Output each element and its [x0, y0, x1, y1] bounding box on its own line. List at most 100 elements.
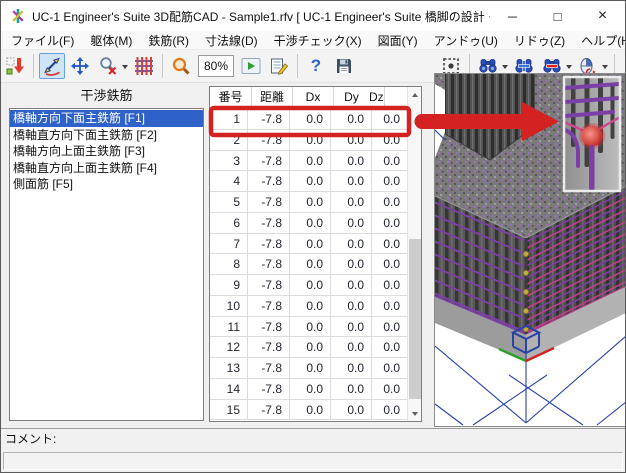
- column-header[interactable]: Dy: [334, 87, 369, 108]
- cell-dx: 0.0: [290, 275, 331, 295]
- cell-distance: -7.8: [248, 337, 290, 357]
- rebar-list-item[interactable]: 橋軸直方向下面主鉄筋 [F2]: [10, 127, 203, 144]
- table-row[interactable]: 12 -7.8 0.0 0.0 0.0: [210, 337, 407, 358]
- play-icon: [241, 56, 261, 76]
- comment-bar: コメント:: [1, 428, 625, 449]
- close-button[interactable]: ×: [580, 1, 625, 31]
- mouse-settings-dropdown-caret[interactable]: [602, 65, 608, 72]
- cell-dz: 0.0: [372, 151, 407, 171]
- comment-label: コメント:: [5, 432, 56, 446]
- menu-item[interactable]: ヘルプ(H): [573, 30, 626, 51]
- cell-dx: 0.0: [290, 296, 331, 316]
- column-header[interactable]: Dx: [293, 87, 334, 108]
- cell-dx: 0.0: [290, 130, 331, 150]
- table-row[interactable]: 9 -7.8 0.0 0.0 0.0: [210, 275, 407, 296]
- cell-number: 1: [210, 109, 248, 129]
- menu-item[interactable]: リドゥ(Z): [506, 30, 573, 51]
- table-row[interactable]: 13 -7.8 0.0 0.0 0.0: [210, 358, 407, 379]
- cell-distance: -7.8: [248, 400, 290, 420]
- save-button[interactable]: [331, 53, 357, 79]
- cell-number: 9: [210, 275, 248, 295]
- table-row[interactable]: 3 -7.8 0.0 0.0 0.0: [210, 151, 407, 172]
- menu-item[interactable]: 寸法線(D): [197, 30, 266, 51]
- menu-item[interactable]: ファイル(F): [3, 30, 82, 51]
- find-remove-dropdown-caret[interactable]: [566, 65, 572, 72]
- cell-dz: 0.0: [372, 337, 407, 357]
- find-dropdown-caret[interactable]: [502, 65, 508, 72]
- apply-down-button[interactable]: [2, 53, 28, 79]
- cell-distance: -7.8: [248, 234, 290, 254]
- search-button[interactable]: [168, 53, 194, 79]
- cell-dy: 0.0: [331, 400, 372, 420]
- grid-button[interactable]: [131, 53, 157, 79]
- rebar-list-item[interactable]: 橋軸直方向上面主鉄筋 [F4]: [10, 160, 203, 177]
- help-button[interactable]: ?: [303, 53, 329, 79]
- maximize-button[interactable]: □: [535, 1, 580, 31]
- 3d-viewport[interactable]: [434, 73, 626, 427]
- rotate-view-button[interactable]: [39, 53, 65, 79]
- cell-dx: 0.0: [290, 379, 331, 399]
- rebar-list-item[interactable]: 橋軸方向下面主鉄筋 [F1]: [10, 110, 203, 127]
- menu-item[interactable]: アンドゥ(U): [426, 30, 506, 51]
- table-row[interactable]: 15 -7.8 0.0 0.0 0.0: [210, 400, 407, 421]
- table-main: 番号距離DxDyDz 1 -7.8 0.0 0.0 0.0 2 -7.8 0.: [210, 87, 407, 421]
- pan-button[interactable]: [67, 53, 93, 79]
- cell-dy: 0.0: [331, 358, 372, 378]
- pan-icon: [70, 56, 90, 76]
- scroll-up-arrow[interactable]: [408, 87, 422, 102]
- play-button[interactable]: [238, 53, 264, 79]
- table-row[interactable]: 1 -7.8 0.0 0.0 0.0: [210, 109, 407, 130]
- column-header[interactable]: Dz: [369, 87, 385, 108]
- cell-distance: -7.8: [248, 317, 290, 337]
- table-row[interactable]: 2 -7.8 0.0 0.0 0.0: [210, 130, 407, 151]
- cell-distance: -7.8: [248, 192, 290, 212]
- table-row[interactable]: 11 -7.8 0.0 0.0 0.0: [210, 317, 407, 338]
- cell-dx: 0.0: [290, 337, 331, 357]
- table-row[interactable]: 5 -7.8 0.0 0.0 0.0: [210, 192, 407, 213]
- interference-rebar-list[interactable]: 橋軸方向下面主鉄筋 [F1]橋軸直方向下面主鉄筋 [F2]橋軸方向上面主鉄筋 […: [9, 108, 204, 421]
- scroll-down-arrow[interactable]: [408, 406, 422, 421]
- cell-dx: 0.0: [290, 400, 331, 420]
- zoom-cancel-icon: [98, 56, 118, 76]
- rebar-list-item[interactable]: 橋軸方向上面主鉄筋 [F3]: [10, 143, 203, 160]
- cell-dz: 0.0: [372, 275, 407, 295]
- cell-dz: 0.0: [372, 379, 407, 399]
- cell-number: 7: [210, 234, 248, 254]
- interference-sphere: [582, 126, 603, 147]
- rebar-list-item[interactable]: 側面筋 [F5]: [10, 176, 203, 193]
- column-header[interactable]: 距離: [252, 87, 293, 108]
- table-row[interactable]: 4 -7.8 0.0 0.0 0.0: [210, 171, 407, 192]
- zoom-level-input[interactable]: 80%: [198, 55, 234, 77]
- cell-number: 5: [210, 192, 248, 212]
- cell-dz: 0.0: [372, 400, 407, 420]
- cell-dx: 0.0: [290, 254, 331, 274]
- table-body: 1 -7.8 0.0 0.0 0.0 2 -7.8 0.0 0.0 0.0: [210, 109, 407, 420]
- cell-number: 6: [210, 213, 248, 233]
- table-row[interactable]: 14 -7.8 0.0 0.0 0.0: [210, 379, 407, 400]
- minimize-button[interactable]: ─: [490, 1, 535, 31]
- menu-bar: ファイル(F)躯体(M)鉄筋(R)寸法線(D)干渉チェック(X)図面(Y)アンド…: [1, 31, 625, 50]
- menu-item[interactable]: 干渉チェック(X): [266, 30, 370, 51]
- table-row[interactable]: 10 -7.8 0.0 0.0 0.0: [210, 296, 407, 317]
- cell-distance: -7.8: [248, 254, 290, 274]
- scroll-thumb[interactable]: [409, 239, 421, 399]
- cell-distance: -7.8: [248, 130, 290, 150]
- report-edit-button[interactable]: [266, 53, 292, 79]
- zoom-cancel-button[interactable]: [95, 53, 121, 79]
- cell-distance: -7.8: [248, 151, 290, 171]
- cell-dy: 0.0: [331, 109, 372, 129]
- menu-item[interactable]: 躯体(M): [82, 30, 140, 51]
- cell-dy: 0.0: [331, 379, 372, 399]
- cell-dx: 0.0: [290, 317, 331, 337]
- menu-item[interactable]: 鉄筋(R): [140, 30, 197, 51]
- table-row[interactable]: 6 -7.8 0.0 0.0 0.0: [210, 213, 407, 234]
- table-scrollbar[interactable]: [407, 87, 421, 421]
- zoom-cancel-dropdown-caret[interactable]: [122, 65, 128, 72]
- cell-distance: -7.8: [248, 296, 290, 316]
- table-row[interactable]: 8 -7.8 0.0 0.0 0.0: [210, 254, 407, 275]
- menu-item[interactable]: 図面(Y): [370, 30, 426, 51]
- help-icon: ?: [311, 56, 321, 76]
- cell-dy: 0.0: [331, 151, 372, 171]
- table-row[interactable]: 7 -7.8 0.0 0.0 0.0: [210, 234, 407, 255]
- column-header[interactable]: 番号: [210, 87, 252, 108]
